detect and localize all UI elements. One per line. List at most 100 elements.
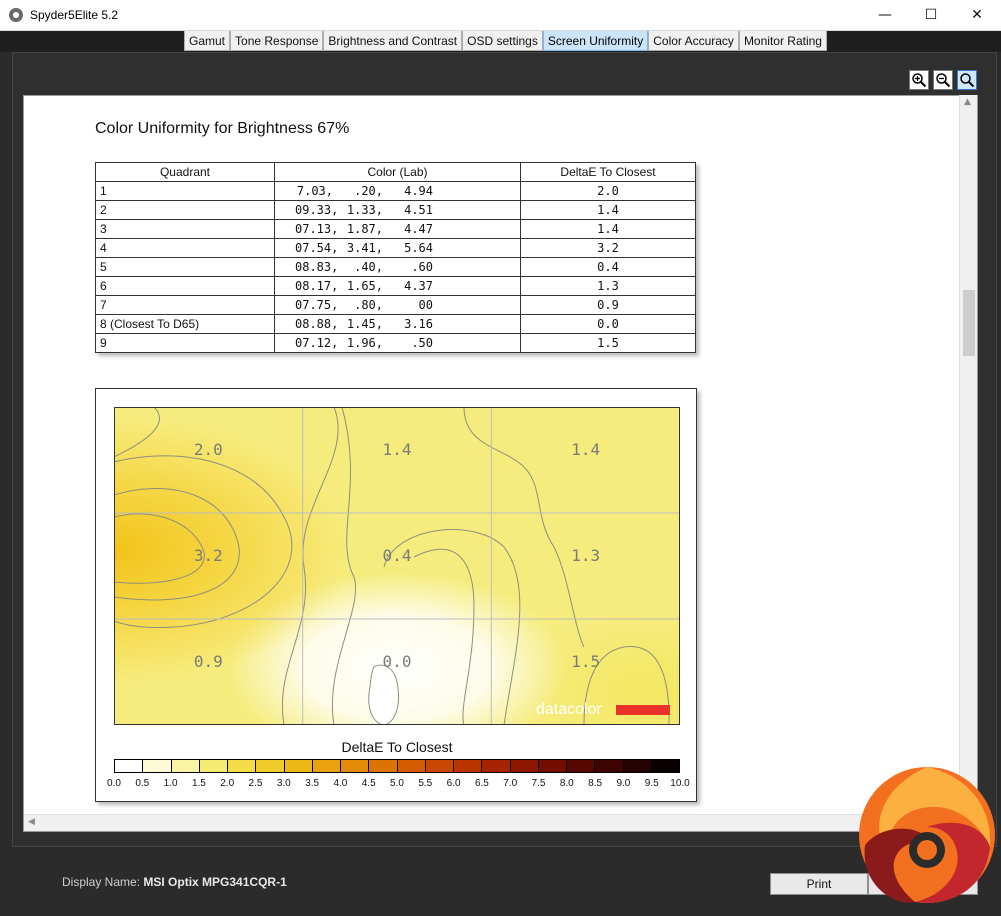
zoom-out-icon: [936, 73, 951, 88]
legend-tick-label: 9.5: [644, 778, 659, 789]
legend-tick-label: 7.0: [503, 778, 518, 789]
table-row: 5 08.83, .40, .60 0.4: [95, 257, 696, 277]
quadrant-cell: 4: [95, 238, 275, 258]
legend-tick-label: 2.0: [220, 778, 235, 789]
legend-tick-label: 6.0: [446, 778, 461, 789]
minimize-button[interactable]: —: [862, 0, 908, 30]
quadrant-value-label: 0.0: [383, 652, 412, 671]
publisher-logo: [859, 767, 995, 903]
lab-component: 5.64: [404, 241, 433, 255]
header-deltae: DeltaE To Closest: [520, 162, 696, 182]
scroll-left-icon[interactable]: ◀: [28, 817, 35, 827]
vertical-scrollbar[interactable]: ▲ ▼: [959, 95, 977, 817]
quadrant-cell: 8 (Closest To D65): [95, 314, 275, 334]
lab-component: 07.13,: [295, 222, 339, 236]
tab-monitor-rating[interactable]: Monitor Rating: [738, 31, 827, 51]
legend-tick-label: 0.0: [107, 778, 121, 789]
tab-tone-response[interactable]: Tone Response: [230, 31, 324, 51]
quadrant-value-label: 0.4: [383, 546, 412, 565]
lab-component: 1.65,: [346, 279, 383, 293]
legend-swatch: [623, 760, 652, 772]
quadrant-cell: 5: [95, 257, 275, 277]
legend-tick-label: 1.0: [163, 778, 178, 789]
quadrant-cell: 6: [95, 276, 275, 296]
lab-component: 3.16: [404, 317, 433, 331]
quadrant-value-label: 2.0: [194, 440, 223, 459]
lab-component: 08.17,: [295, 279, 339, 293]
lab-component: .20,: [354, 184, 383, 198]
color-lab-cell: 08.83, .40, .60: [274, 257, 521, 277]
datacolor-watermark: datacolor: [536, 701, 602, 718]
zoom-fit-button[interactable]: [957, 70, 977, 90]
quadrant-value-label: 1.3: [571, 546, 600, 565]
zoom-out-button[interactable]: [933, 70, 953, 90]
quadrant-cell: 9: [95, 333, 275, 353]
tab-bar: Gamut Tone Response Brightness and Contr…: [0, 31, 1001, 52]
legend-swatch: [115, 760, 144, 772]
color-lab-cell: 07.13, 1.87, 4.47: [274, 219, 521, 239]
quadrant-value-label: 1.4: [571, 440, 600, 459]
zoom-in-icon: [912, 73, 927, 88]
legend-swatch: [284, 760, 313, 772]
quadrant-cell: 7: [95, 295, 275, 315]
uniformity-map-panel: 2.0 1.4 1.4 3.2 0.4 1.3 0.9 0.0 1.5 datacolor De…: [95, 388, 697, 802]
legend-swatch: [397, 760, 426, 772]
lab-component: .50: [411, 336, 433, 350]
lab-component: 09.33,: [295, 203, 339, 217]
legend-tick-label: 4.0: [333, 778, 348, 789]
print-button[interactable]: Print: [770, 873, 868, 895]
lab-component: .40,: [354, 260, 383, 274]
legend-tick-label: 2.5: [248, 778, 263, 789]
legend-tick-label: 1.5: [191, 778, 206, 789]
quadrant-value-label: 1.4: [383, 440, 412, 459]
tab-color-accuracy[interactable]: Color Accuracy: [648, 31, 739, 51]
legend-swatch: [567, 760, 596, 772]
table-body: 1 7.03, .20, 4.94 2.0 2 09.33, 1.33, 4.51 1.4 3 07.…: [95, 181, 696, 353]
table-row: 9 07.12, 1.96, .50 1.5: [95, 333, 696, 353]
table-row: 7 07.75, .80, 00 0.9: [95, 295, 696, 315]
deltae-cell: 0.4: [520, 257, 696, 277]
deltae-cell: 1.4: [520, 200, 696, 220]
tab-osd-settings[interactable]: OSD settings: [462, 31, 543, 51]
quadrant-cell: 1: [95, 181, 275, 201]
watermark-accent-bar: [616, 705, 670, 715]
color-lab-cell: 7.03, .20, 4.94: [274, 181, 521, 201]
vertical-scroll-thumb[interactable]: [963, 290, 975, 356]
legend-tick-label: 7.5: [531, 778, 546, 789]
table-row: 2 09.33, 1.33, 4.51 1.4: [95, 200, 696, 220]
legend-title: DeltaE To Closest: [341, 739, 453, 755]
legend-swatch: [425, 760, 454, 772]
lab-component: 1.45,: [346, 317, 383, 331]
tab-brightness-contrast[interactable]: Brightness and Contrast: [323, 31, 463, 51]
lab-component: 4.37: [404, 279, 433, 293]
legend-tick-label: 8.5: [588, 778, 603, 789]
table-header-row: Quadrant Color (Lab) DeltaE To Closest: [95, 162, 696, 182]
tab-gamut[interactable]: Gamut: [184, 31, 231, 51]
header-quadrant: Quadrant: [95, 162, 275, 182]
deltae-cell: 1.3: [520, 276, 696, 296]
color-lab-cell: 07.12, 1.96, .50: [274, 333, 521, 353]
legend-swatch: [595, 760, 624, 772]
color-lab-cell: 07.75, .80, 00: [274, 295, 521, 315]
lab-component: 07.75,: [295, 298, 339, 312]
table-row: 3 07.13, 1.87, 4.47 1.4: [95, 219, 696, 239]
maximize-button[interactable]: ☐: [908, 0, 954, 30]
legend-swatch: [369, 760, 398, 772]
lab-component: 1.96,: [346, 336, 383, 350]
close-button[interactable]: ✕: [954, 0, 1000, 30]
deltae-cell: 1.5: [520, 333, 696, 353]
legend-swatch: [143, 760, 172, 772]
table-row: 8 (Closest To D65) 08.88, 1.45, 3.16 0.0: [95, 314, 696, 334]
header-color-lab: Color (Lab): [274, 162, 521, 182]
legend-tick-label: 5.0: [390, 778, 404, 789]
scroll-up-icon[interactable]: ▲: [964, 97, 971, 107]
quadrant-value-label: 3.2: [194, 546, 223, 565]
lab-component: .60: [411, 260, 433, 274]
deltae-cell: 0.0: [520, 314, 696, 334]
legend-swatch: [341, 760, 370, 772]
deltae-cell: 0.9: [520, 295, 696, 315]
horizontal-scrollbar[interactable]: ◀: [24, 814, 959, 831]
zoom-in-button[interactable]: [909, 70, 929, 90]
tab-screen-uniformity[interactable]: Screen Uniformity: [542, 31, 649, 51]
display-name-label: Display Name:: [62, 875, 141, 889]
